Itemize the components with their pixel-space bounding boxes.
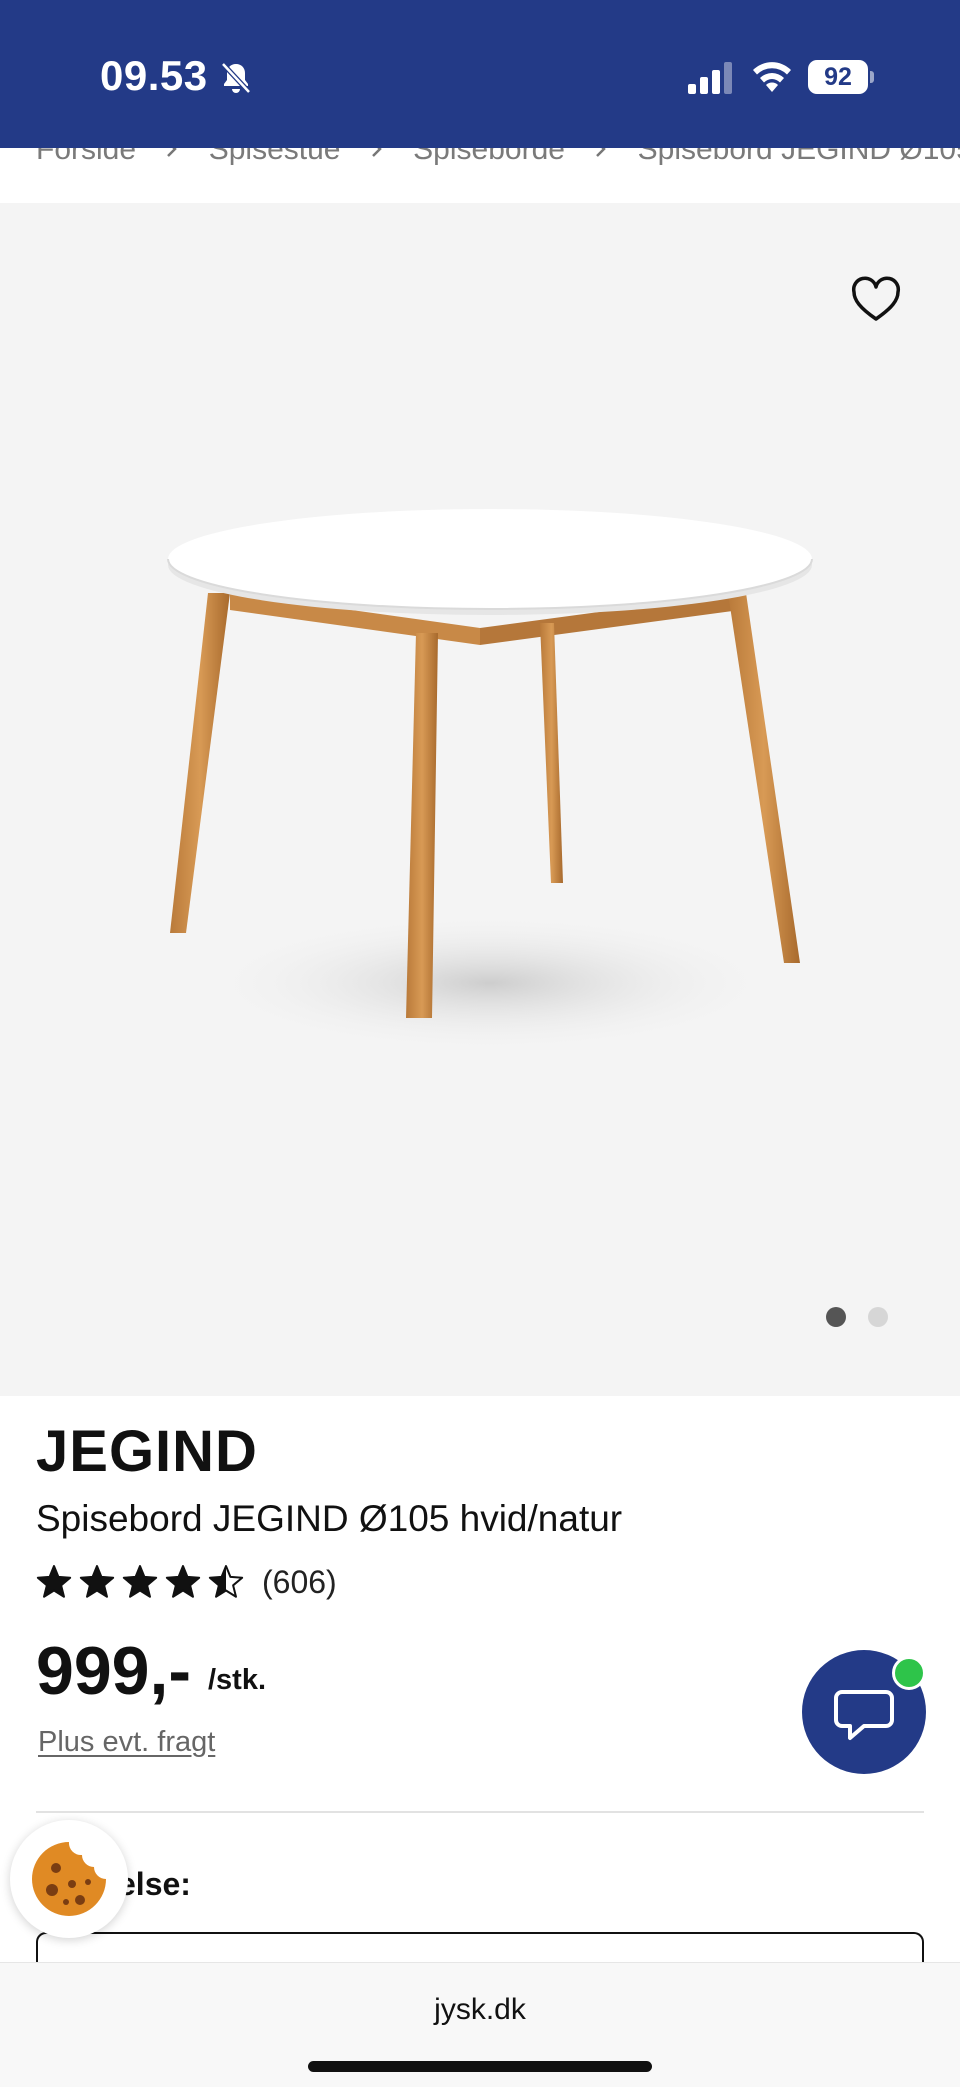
breadcrumb-item-current: Spisebord JEGIND Ø105 hv <box>637 148 960 167</box>
status-bar: 09.53 92 <box>0 0 960 148</box>
product-photo <box>167 509 813 1053</box>
chat-bubble-icon <box>834 1690 894 1740</box>
home-indicator[interactable] <box>308 2061 652 2072</box>
star-icon <box>36 1565 72 1598</box>
price-unit: /stk. <box>208 1664 267 1696</box>
product-name: Spisebord JEGIND Ø105 hvid/natur <box>36 1498 623 1539</box>
url-bar[interactable]: jysk.dk <box>0 1993 960 2027</box>
cookie-icon <box>32 1842 106 1916</box>
bell-slash-icon <box>221 62 251 94</box>
wifi-icon <box>753 62 791 92</box>
star-icon <box>165 1565 201 1598</box>
online-status-indicator <box>892 1656 926 1690</box>
breadcrumb-item-dining-tables[interactable]: Spiseborde <box>413 148 565 167</box>
chevron-right-icon <box>167 148 178 157</box>
breadcrumb-item-home[interactable]: Forside <box>36 148 136 167</box>
section-label: else: <box>118 1866 191 1902</box>
browser-bottom-bar: jysk.dk <box>0 1962 960 2087</box>
product-brand: JEGIND <box>36 1419 258 1484</box>
review-count[interactable]: (606) <box>262 1564 337 1601</box>
signal-icon <box>688 62 732 94</box>
cookie-settings-button[interactable] <box>10 1820 128 1938</box>
pagination-dot[interactable] <box>868 1307 888 1327</box>
product-image-gallery[interactable] <box>0 203 960 1396</box>
chevron-right-icon <box>371 148 382 157</box>
battery-icon: 92 <box>808 60 874 94</box>
star-icon <box>122 1565 158 1598</box>
star-icon <box>79 1565 115 1598</box>
breadcrumb: Forside Spisestue Spiseborde Spisebord J… <box>0 148 960 203</box>
star-rating-icon <box>36 1565 244 1598</box>
breadcrumb-item-dining-room[interactable]: Spisestue <box>209 148 341 167</box>
product-price: 999,- <box>36 1633 191 1709</box>
gallery-pagination <box>826 1307 926 1329</box>
star-icon <box>208 1565 244 1598</box>
heart-icon[interactable] <box>850 275 902 327</box>
divider <box>36 1811 924 1813</box>
chevron-right-icon <box>596 148 607 157</box>
shipping-info-link[interactable]: Plus evt. fragt <box>38 1726 215 1759</box>
pagination-dot-active[interactable] <box>826 1307 846 1327</box>
status-time: 09.53 <box>100 52 208 99</box>
battery-level: 92 <box>808 60 868 94</box>
